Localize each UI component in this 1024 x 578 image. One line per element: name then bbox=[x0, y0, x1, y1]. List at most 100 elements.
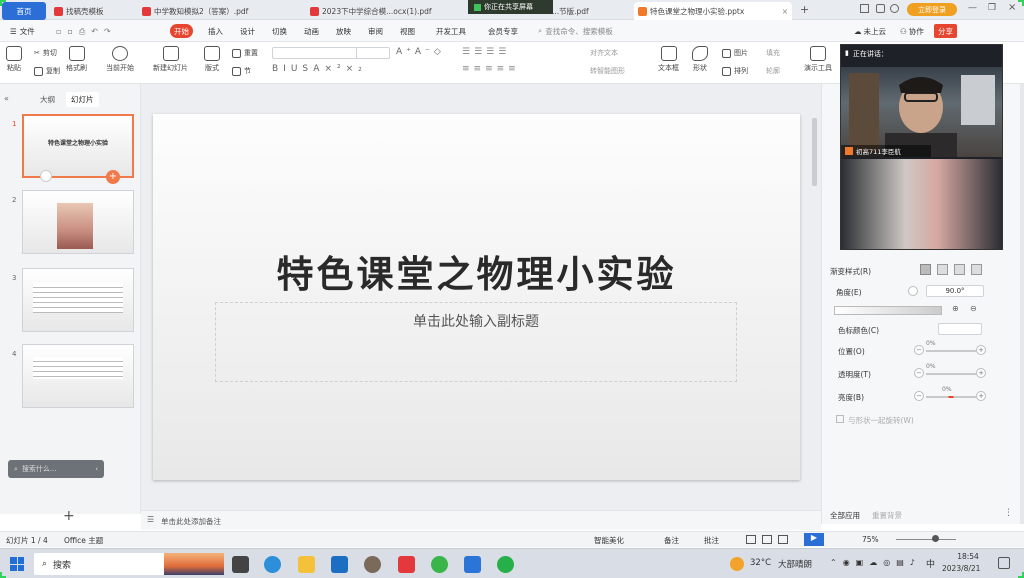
clock-date[interactable]: 2023/8/21 bbox=[942, 564, 980, 573]
login-button[interactable]: 立即登录 bbox=[907, 3, 957, 16]
increase-icon[interactable]: + bbox=[976, 368, 986, 378]
gradient-radial-icon[interactable] bbox=[937, 264, 948, 275]
zoom-slider[interactable] bbox=[896, 539, 956, 540]
shape-button[interactable]: 形状 bbox=[692, 46, 708, 73]
mail-icon[interactable] bbox=[331, 556, 348, 573]
meeting-icon[interactable] bbox=[464, 556, 481, 573]
tab-pdf-2[interactable]: 2023下中学综合模...ocx(1).pdf bbox=[306, 2, 466, 20]
app-icon[interactable] bbox=[364, 556, 381, 573]
menu-transition[interactable]: 切换 bbox=[268, 24, 291, 38]
cut-button[interactable]: ✂ 剪切 bbox=[34, 48, 57, 58]
beautify-button[interactable]: 智能美化 bbox=[594, 535, 624, 546]
menu-member[interactable]: 会员专享 bbox=[484, 24, 522, 38]
decrease-icon[interactable]: − bbox=[914, 391, 924, 401]
current-slide[interactable]: 特色课堂之物理小实验 单击此处输入副标题 bbox=[153, 114, 800, 480]
notification-icon[interactable] bbox=[998, 557, 1010, 569]
thumbnail-search[interactable]: ⌕ 搜索什么... ‹ bbox=[8, 460, 104, 478]
slide-thumb-3[interactable] bbox=[22, 268, 134, 332]
command-search[interactable]: ⌕ 查找命令、搜索模板 bbox=[534, 24, 617, 38]
new-slide-button[interactable]: 新建幻灯片 bbox=[153, 46, 188, 73]
file-explorer-icon[interactable] bbox=[298, 556, 315, 573]
transparency-slider[interactable] bbox=[926, 373, 976, 375]
menu-view[interactable]: 视图 bbox=[396, 24, 419, 38]
cloud-button[interactable]: ☁ 未上云 bbox=[850, 24, 890, 38]
gradient-rect-icon[interactable] bbox=[954, 264, 965, 275]
menu-animation[interactable]: 动画 bbox=[300, 24, 323, 38]
play-current-button[interactable]: 当前开始 bbox=[106, 46, 134, 73]
arrange-button[interactable]: 排列 bbox=[722, 66, 748, 76]
align-icons[interactable]: ≡≡≡≡≡ bbox=[462, 64, 520, 74]
apply-all-button[interactable]: 全部应用 bbox=[830, 510, 860, 521]
increase-icon[interactable]: + bbox=[976, 345, 986, 355]
reading-view-icon[interactable] bbox=[778, 535, 788, 544]
slide-thumb-4[interactable] bbox=[22, 344, 134, 408]
reset-background-button[interactable]: 重置背景 bbox=[872, 510, 902, 521]
subtitle-placeholder[interactable]: 单击此处输入副标题 bbox=[215, 302, 737, 382]
stop-color-select[interactable] bbox=[938, 323, 982, 335]
font-size-icons[interactable]: A⁺A⁻◇ bbox=[396, 47, 445, 57]
tab-pdf-1[interactable]: 中学教知模拟2（答案）.pdf bbox=[138, 2, 298, 20]
avatar-icon[interactable] bbox=[890, 4, 899, 13]
presenter-tools-button[interactable]: 演示工具 bbox=[804, 46, 832, 73]
grid-icon[interactable] bbox=[876, 4, 885, 13]
angle-input[interactable]: 90.0° bbox=[926, 285, 984, 297]
textbox-button[interactable]: 文本框 bbox=[658, 46, 679, 73]
smartart-button[interactable]: 转智能图形 bbox=[590, 66, 625, 76]
copy-button[interactable]: 复制 bbox=[34, 66, 60, 76]
slide-thumb-1[interactable]: 特色课堂之物理小实验 + bbox=[22, 114, 134, 184]
gradient-bar[interactable] bbox=[834, 306, 942, 315]
sorter-view-icon[interactable] bbox=[762, 535, 772, 544]
menu-home[interactable]: 开始 bbox=[170, 24, 193, 38]
gradient-linear-icon[interactable] bbox=[920, 264, 931, 275]
wechat-icon[interactable] bbox=[497, 556, 514, 573]
decrease-icon[interactable]: − bbox=[914, 345, 924, 355]
fill-button[interactable]: 填充 bbox=[766, 48, 780, 58]
remove-stop-icon[interactable]: ⊖ bbox=[970, 304, 977, 313]
tab-outline[interactable]: 大纲 bbox=[40, 94, 55, 105]
play-slideshow-button[interactable]: ▶ bbox=[804, 533, 824, 546]
comments-button[interactable]: 批注 bbox=[704, 535, 719, 546]
tab-template[interactable]: 找稿壳模板 bbox=[50, 2, 134, 20]
decrease-icon[interactable]: − bbox=[914, 368, 924, 378]
rotate-checkbox[interactable] bbox=[836, 415, 844, 423]
clock-time[interactable]: 18:54 bbox=[954, 552, 982, 561]
notes-bar[interactable]: ☰ 单击此处添加备注 bbox=[141, 510, 821, 530]
add-stop-icon[interactable]: ⊕ bbox=[952, 304, 959, 313]
canvas-scrollbar[interactable] bbox=[812, 118, 817, 186]
position-slider[interactable] bbox=[926, 350, 976, 352]
slide-thumb-2[interactable] bbox=[22, 190, 134, 254]
layout-button[interactable]: 版式 bbox=[204, 46, 220, 73]
outline-button[interactable]: 轮廓 bbox=[766, 66, 780, 76]
font-size-select[interactable] bbox=[356, 47, 390, 59]
tab-pptx[interactable]: 特色课堂之物理小实验.pptx × bbox=[634, 2, 792, 20]
close-icon[interactable]: × bbox=[782, 7, 788, 16]
collab-button[interactable]: ⚇ 协作 bbox=[896, 24, 928, 38]
format-painter-button[interactable]: 格式刷 bbox=[66, 46, 87, 73]
menu-insert[interactable]: 插入 bbox=[204, 24, 227, 38]
tab-pdf-3[interactable]: ...节版.pdf bbox=[548, 2, 628, 20]
windows-start-icon[interactable] bbox=[10, 557, 24, 571]
brightness-slider[interactable] bbox=[926, 396, 976, 398]
zoom-thumb[interactable] bbox=[932, 535, 939, 542]
tab-slides[interactable]: 幻灯片 bbox=[66, 92, 99, 107]
notes-button[interactable]: 备注 bbox=[664, 535, 679, 546]
menu-slideshow[interactable]: 放映 bbox=[332, 24, 355, 38]
share-button[interactable]: 分享 bbox=[934, 24, 957, 38]
task-view-icon[interactable] bbox=[232, 556, 249, 573]
minimize-icon[interactable]: — bbox=[968, 3, 977, 13]
gradient-style-options[interactable] bbox=[920, 264, 982, 275]
paragraph-icons[interactable]: ☰☰☰☰ bbox=[462, 47, 510, 57]
menu-developer[interactable]: 开发工具 bbox=[432, 24, 470, 38]
tray-icons[interactable]: ⌃◉▣☁◎▤♪ bbox=[830, 558, 921, 567]
reset-button[interactable]: 重置 bbox=[232, 48, 258, 58]
zoom-level[interactable]: 75% bbox=[862, 535, 879, 544]
add-slide-button[interactable]: + bbox=[63, 508, 75, 524]
new-tab-button[interactable]: + bbox=[800, 3, 809, 16]
picture-button[interactable]: 图片 bbox=[722, 48, 748, 58]
ime-indicator[interactable]: 中 bbox=[926, 557, 935, 570]
edge-icon[interactable] bbox=[264, 556, 281, 573]
gradient-path-icon[interactable] bbox=[971, 264, 982, 275]
taskbar-search[interactable]: ⌕ 搜索 bbox=[34, 553, 224, 575]
normal-view-icon[interactable] bbox=[746, 535, 756, 544]
quick-access-icons[interactable]: ▫▫⎙↶↷ bbox=[56, 27, 117, 37]
